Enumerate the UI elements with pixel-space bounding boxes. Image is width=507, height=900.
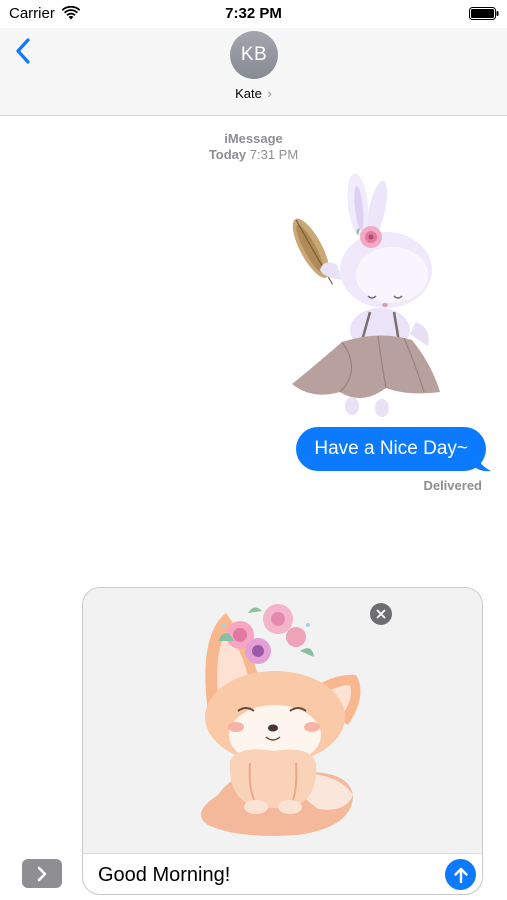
close-glyph <box>376 609 386 619</box>
status-bar: Carrier 7:32 PM <box>0 0 507 28</box>
compose-divider <box>83 853 482 854</box>
arrow-up-icon <box>453 867 468 883</box>
conversation-header: KB Kate › <box>0 28 507 116</box>
attachment-preview <box>83 588 482 853</box>
contact-name: Kate <box>235 86 262 101</box>
bunny-sticker[interactable] <box>282 170 444 420</box>
chevron-left-icon[interactable] <box>12 36 36 66</box>
send-button[interactable] <box>445 859 476 890</box>
chevron-right-icon <box>37 866 47 881</box>
compose-box <box>82 587 483 895</box>
timestamp: Today 7:31 PM <box>0 147 507 162</box>
message-input[interactable] <box>98 860 438 890</box>
app-drawer-button[interactable] <box>22 859 62 888</box>
service-label: iMessage <box>224 131 283 146</box>
contact-name-button[interactable]: Kate › <box>0 86 507 101</box>
close-icon[interactable] <box>370 603 392 625</box>
message-bubble[interactable]: Have a Nice Day~ <box>296 427 486 471</box>
delivery-status: Delivered <box>423 478 482 493</box>
timestamp-time: 7:31 PM <box>249 147 299 162</box>
contact-avatar[interactable]: KB <box>230 31 278 79</box>
battery-icon <box>469 7 499 20</box>
timestamp-day: Today <box>208 147 247 162</box>
bubble-tail <box>471 455 491 472</box>
chevron-right-icon: › <box>267 86 272 101</box>
fox-sticker[interactable] <box>178 595 368 845</box>
status-time: 7:32 PM <box>225 5 282 22</box>
